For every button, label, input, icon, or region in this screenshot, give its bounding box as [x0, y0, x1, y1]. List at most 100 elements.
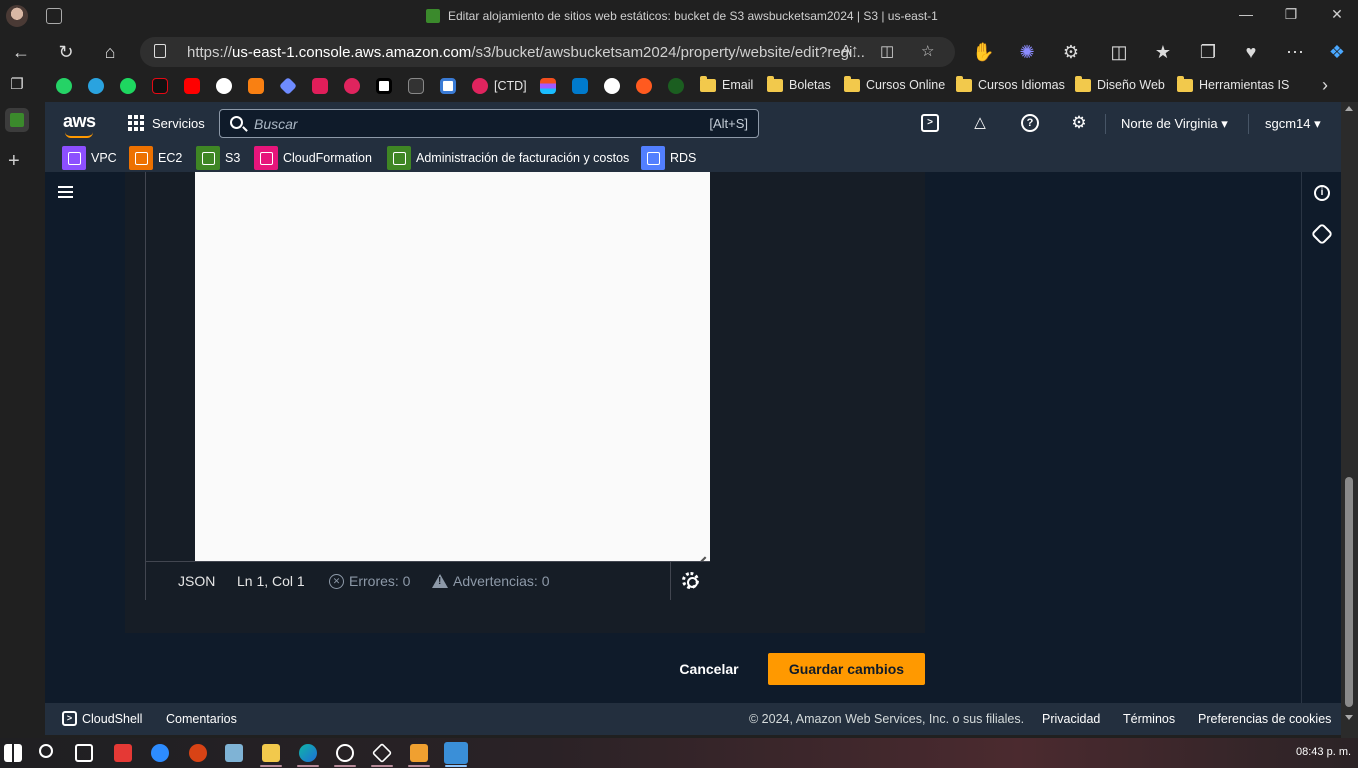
dev-icon[interactable] [376, 78, 392, 94]
postman-icon[interactable] [636, 78, 652, 94]
region-selector[interactable]: Norte de Virginia ▾ [1121, 116, 1228, 132]
bookmark-folder-diseno-web[interactable]: Diseño Web [1075, 75, 1165, 92]
task-view-icon[interactable] [75, 744, 93, 762]
close-window-icon[interactable]: ✕ [1327, 6, 1347, 23]
editor-text-area[interactable] [195, 172, 710, 561]
snipping-tool-icon[interactable] [410, 744, 428, 762]
favorite-billing[interactable]: Administración de facturación y costos [387, 146, 629, 170]
minimize-icon[interactable]: — [1236, 6, 1256, 22]
scrollbar-thumb[interactable] [1345, 477, 1353, 707]
settings-gear-icon[interactable]: ⚙ [1070, 114, 1088, 132]
windows-start-icon[interactable] [4, 744, 22, 762]
extensions-icon[interactable]: ⚙ [1060, 41, 1082, 63]
1k-icon[interactable] [344, 78, 360, 94]
active-app-icon[interactable] [444, 742, 468, 764]
cloudshell-icon[interactable]: > [62, 711, 77, 726]
cloudshell-link[interactable]: CloudShell [82, 712, 142, 726]
chevron-right-icon[interactable]: › [1314, 74, 1336, 96]
scroll-down-icon[interactable] [1345, 715, 1353, 720]
bookmark-folder-email[interactable]: Email [700, 75, 753, 92]
restore-icon[interactable]: ❐ [1281, 6, 1301, 23]
resize-handle-icon[interactable] [696, 547, 706, 557]
info-icon[interactable]: i [1314, 185, 1330, 201]
zoom-icon[interactable] [151, 744, 169, 762]
comments-link[interactable]: Comentarios [166, 712, 237, 726]
page-scrollbar[interactable] [1341, 102, 1358, 738]
favorite-s3[interactable]: S3 [196, 146, 240, 170]
favorites-icon[interactable]: ★ [1152, 41, 1174, 63]
tab-actions-icon[interactable] [46, 8, 62, 24]
notepad-icon[interactable] [225, 744, 243, 762]
split-screen-icon[interactable]: ◫ [1108, 41, 1130, 63]
profile-avatar[interactable] [6, 5, 28, 27]
edge-icon[interactable] [299, 744, 317, 762]
read-aloud-icon[interactable]: A↑ [841, 42, 859, 59]
slack-icon[interactable] [312, 78, 328, 94]
search-icon[interactable] [39, 744, 53, 758]
bookmark-folder-herramientas-is[interactable]: Herramientas IS [1177, 75, 1289, 92]
bookmark-folder-cursos-online[interactable]: Cursos Online [844, 75, 945, 92]
dashboard-icon[interactable] [408, 78, 424, 94]
netflix-icon[interactable] [152, 78, 168, 94]
gemini-icon[interactable] [278, 76, 298, 96]
cookie-preferences-link[interactable]: Preferencias de cookies [1198, 712, 1331, 726]
account-menu[interactable]: sgcm14 ▾ [1265, 116, 1321, 132]
browser-essentials-icon[interactable]: ♥ [1240, 41, 1262, 63]
favorite-rds[interactable]: RDS [641, 146, 696, 170]
help-icon[interactable]: ? [1021, 114, 1039, 132]
hamburger-menu-icon[interactable] [58, 186, 73, 198]
app-available-icon[interactable]: ◫ [880, 42, 894, 60]
media-player-icon[interactable] [336, 744, 354, 762]
favorite-cloudformation[interactable]: CloudFormation [254, 146, 372, 170]
services-menu-button[interactable]: Servicios [128, 115, 205, 131]
save-changes-button[interactable]: Guardar cambios [768, 653, 925, 685]
warnings-indicator[interactable]: Advertencias: 0 [432, 573, 550, 589]
terms-link[interactable]: Términos [1123, 712, 1175, 726]
extension-hand-icon[interactable]: ✋ [972, 41, 994, 63]
favorite-vpc[interactable]: VPC [62, 146, 117, 170]
chatgpt-icon[interactable] [216, 78, 232, 94]
youtube-icon[interactable] [184, 78, 200, 94]
scroll-up-icon[interactable] [1345, 106, 1353, 111]
home-icon[interactable]: ⌂ [99, 41, 121, 63]
refresh-icon[interactable]: ↻ [55, 41, 77, 63]
url-text[interactable]: https://us-east-1.console.aws.amazon.com… [187, 44, 865, 61]
extension-flower-icon[interactable]: ✺ [1016, 41, 1038, 63]
cloudshell-panel-icon[interactable] [1310, 222, 1334, 246]
cloudshell-icon[interactable]: > [921, 114, 939, 132]
bookmark-folder-boletas[interactable]: Boletas [767, 75, 831, 92]
moodle-icon[interactable] [248, 78, 264, 94]
github-icon[interactable] [604, 78, 620, 94]
favorite-star-icon[interactable]: ☆ [921, 42, 934, 60]
app-icon[interactable] [668, 78, 684, 94]
aws-logo[interactable]: aws [63, 111, 96, 138]
privacy-link[interactable]: Privacidad [1042, 712, 1100, 726]
whatsapp-icon[interactable] [56, 78, 72, 94]
more-menu-icon[interactable]: ⋯ [1284, 41, 1306, 63]
notion-icon[interactable] [440, 78, 456, 94]
favorite-ec2[interactable]: EC2 [129, 146, 182, 170]
copilot-icon[interactable]: ❖ [1326, 41, 1348, 63]
anydesk-icon[interactable] [114, 744, 132, 762]
address-bar[interactable]: https://us-east-1.console.aws.amazon.com… [140, 37, 955, 67]
collections-icon[interactable]: ❐ [1197, 41, 1219, 63]
taskbar-clock[interactable]: 08:43 p. m. [1296, 746, 1351, 758]
virtualbox-icon[interactable] [371, 742, 393, 764]
app-icon[interactable] [189, 744, 207, 762]
editor-settings-gear-icon[interactable] [682, 572, 699, 589]
active-tab-s3[interactable] [5, 108, 29, 132]
bookmark-folder-cursos-idiomas[interactable]: Cursos Idiomas [956, 75, 1065, 92]
new-tab-plus-icon[interactable]: + [8, 150, 20, 173]
workspaces-icon[interactable]: ❐ [6, 74, 28, 96]
file-explorer-icon[interactable] [262, 744, 280, 762]
figma-icon[interactable] [540, 78, 556, 94]
back-icon[interactable]: ← [10, 41, 32, 63]
search-box[interactable]: [Alt+S] [219, 109, 759, 138]
cancel-button[interactable]: Cancelar [667, 653, 751, 685]
notifications-bell-icon[interactable]: △ [971, 114, 989, 132]
spotify-icon[interactable] [120, 78, 136, 94]
bookmark-ctd[interactable]: [CTD] [472, 78, 527, 94]
telegram-icon[interactable] [88, 78, 104, 94]
search-input[interactable] [254, 115, 674, 133]
vscode-icon[interactable] [572, 78, 588, 94]
